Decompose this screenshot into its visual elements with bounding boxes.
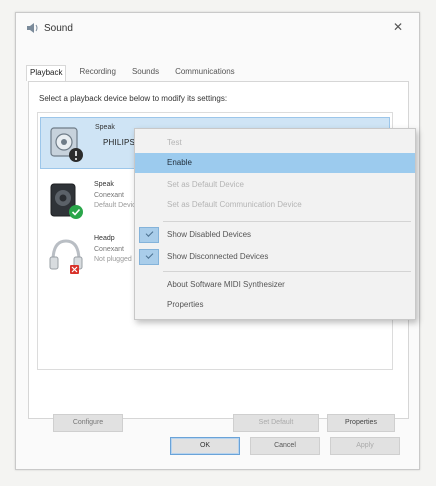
menu-item-show-disconnected[interactable]: Show Disconnected Devices xyxy=(135,247,415,267)
device-status: Default Device xyxy=(94,202,140,209)
device-status: Not plugged in xyxy=(94,256,140,263)
headphones-icon xyxy=(49,239,83,274)
set-default-button[interactable]: Set Default xyxy=(233,414,319,432)
tab-communications[interactable]: Communications xyxy=(172,65,238,81)
device-name: Headp xyxy=(94,235,115,242)
menu-item-enable[interactable]: Enable xyxy=(135,153,415,173)
device-driver: Conexant xyxy=(94,246,124,253)
ok-button[interactable]: OK xyxy=(170,437,240,455)
close-button[interactable]: ✕ xyxy=(391,20,405,34)
menu-separator xyxy=(163,221,411,222)
menu-item-set-default-communication[interactable]: Set as Default Communication Device xyxy=(135,195,415,215)
menu-item-label: Show Disabled Devices xyxy=(167,230,252,239)
menu-item-show-disabled[interactable]: Show Disabled Devices xyxy=(135,225,415,245)
device-driver: Conexant xyxy=(94,192,124,199)
tab-strip: Playback Recording Sounds Communications xyxy=(26,65,238,81)
speaker-icon xyxy=(50,183,83,219)
cancel-button[interactable]: Cancel xyxy=(250,437,320,455)
menu-item-about-midi[interactable]: About Software MIDI Synthesizer xyxy=(135,275,415,295)
device-brand: PHILIPS xyxy=(103,138,136,147)
photo-frame: Sound ✕ Playback Recording Sounds Commun… xyxy=(0,0,436,486)
speaker-icon xyxy=(27,23,38,33)
menu-separator xyxy=(163,271,411,272)
configure-button[interactable]: Configure xyxy=(53,414,123,432)
title-bar: Sound ✕ xyxy=(16,13,419,43)
menu-item-label: Show Disconnected Devices xyxy=(167,252,269,261)
menu-item-set-default-device[interactable]: Set as Default Device xyxy=(135,175,415,195)
checkmark-icon xyxy=(139,249,159,265)
apply-button[interactable]: Apply xyxy=(330,437,400,455)
menu-item-test[interactable]: Test xyxy=(135,133,415,153)
menu-item-properties[interactable]: Properties xyxy=(135,295,415,315)
tab-recording[interactable]: Recording xyxy=(76,65,118,81)
device-name: Speak xyxy=(94,181,114,188)
tab-playback[interactable]: Playback xyxy=(26,65,67,81)
properties-button[interactable]: Properties xyxy=(327,414,395,432)
checkmark-icon xyxy=(139,227,159,243)
tab-sounds[interactable]: Sounds xyxy=(129,65,162,81)
window-title: Sound xyxy=(44,23,73,34)
device-name: Speak xyxy=(95,124,115,131)
context-menu: Test Enable Set as Default Device Set as… xyxy=(134,128,416,320)
monitor-speaker-icon xyxy=(50,127,83,162)
instruction-text: Select a playback device below to modify… xyxy=(39,94,228,103)
